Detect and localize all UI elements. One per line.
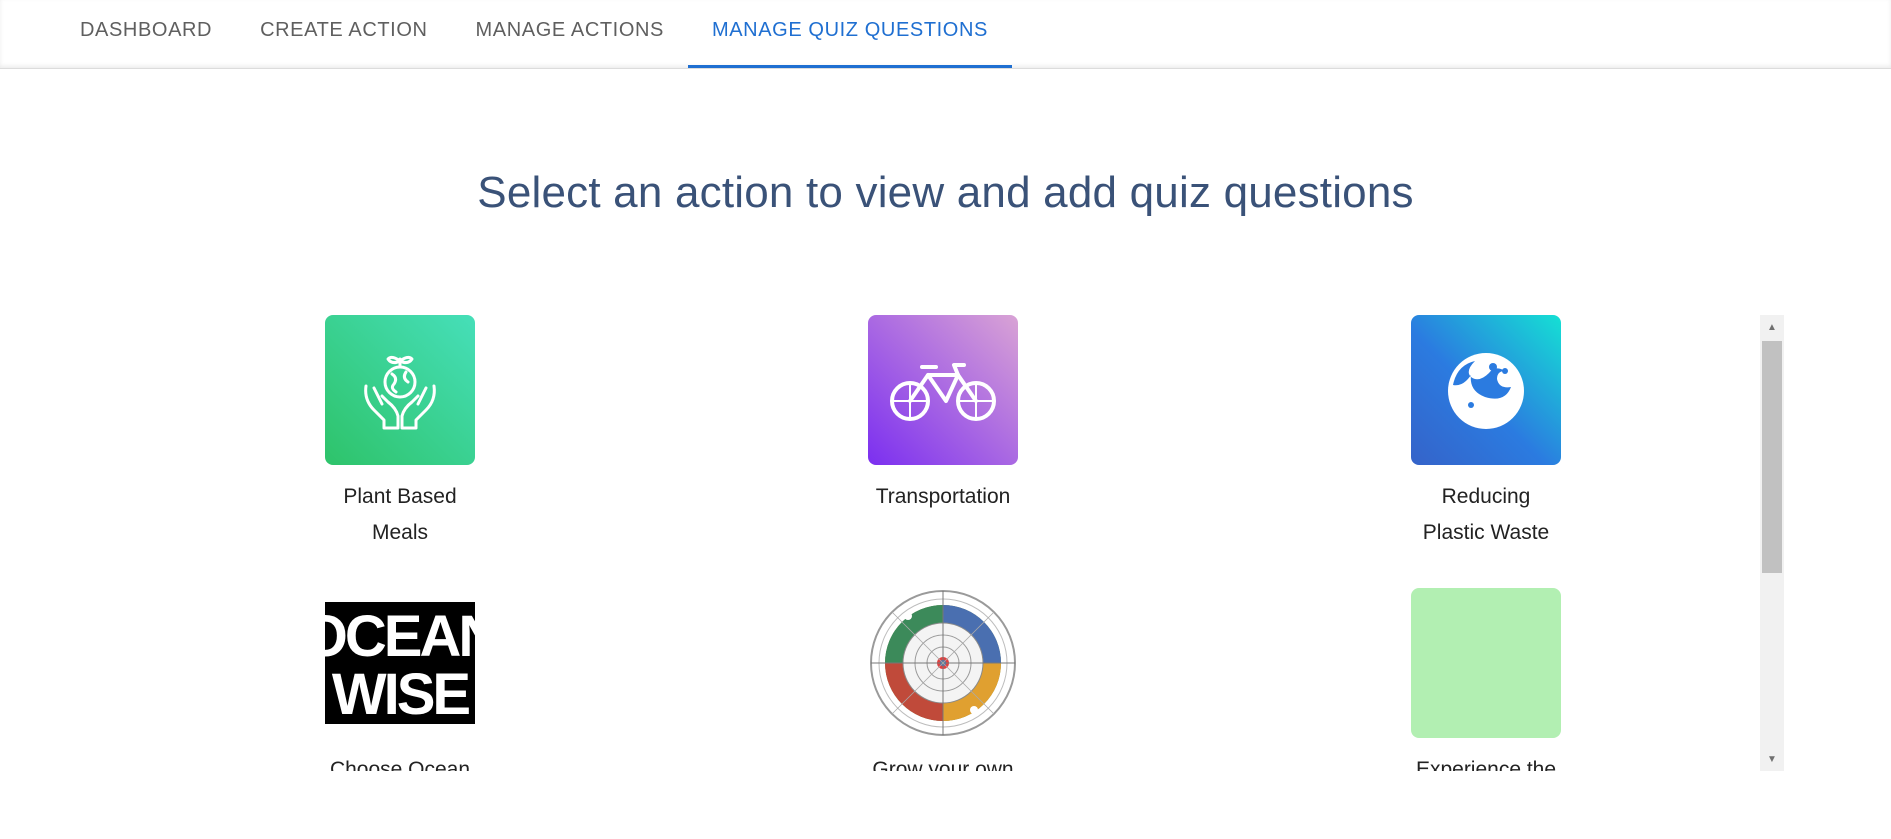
- action-tile: OCEAN WISE: [325, 588, 475, 738]
- ocean-wave-icon: [1448, 353, 1524, 429]
- action-card-transportation[interactable]: Transportation: [819, 315, 1067, 515]
- tab-bar: DASHBOARD CREATE ACTION MANAGE ACTIONS M…: [56, 0, 1012, 68]
- action-tile: [325, 315, 475, 465]
- ocean-wise-logo: OCEAN WISE: [325, 602, 475, 727]
- action-label-line: Transportation: [875, 485, 1011, 508]
- action-label-line: Reducing: [1441, 485, 1531, 508]
- action-label-line: Plant Based: [343, 485, 457, 508]
- action-grid-viewport: Plant Based Meals Transportation Reducin…: [276, 315, 1760, 771]
- page-title: Select an action to view and add quiz qu…: [477, 168, 1414, 217]
- action-label: Plant Based Meals: [325, 479, 475, 551]
- tab-manage-quiz-questions[interactable]: MANAGE QUIZ QUESTIONS: [687, 0, 1012, 68]
- action-label-line: Choose Ocean: [329, 758, 471, 771]
- action-label: Reducing Plastic Waste: [1411, 479, 1561, 551]
- action-card-choose-ocean[interactable]: OCEAN WISE Choose Ocean: [276, 588, 524, 771]
- action-label: Experience the: [1411, 752, 1561, 771]
- action-tile: [868, 588, 1018, 738]
- plain-green-tile: [1411, 588, 1561, 738]
- scroll-down-arrow-icon[interactable]: ▼: [1760, 747, 1784, 771]
- scroll-up-arrow-icon[interactable]: ▲: [1760, 315, 1784, 339]
- action-label-line: Grow your own: [872, 758, 1014, 771]
- vertical-scrollbar[interactable]: ▲ ▼: [1760, 315, 1784, 771]
- tab-create-action[interactable]: CREATE ACTION: [236, 0, 451, 68]
- action-label: Choose Ocean: [325, 752, 475, 771]
- svg-text:WISE: WISE: [332, 662, 470, 727]
- tab-dashboard[interactable]: DASHBOARD: [56, 0, 236, 68]
- action-card-experience-the[interactable]: Experience the: [1362, 588, 1610, 771]
- action-label: Grow your own: [868, 752, 1018, 771]
- svg-text:OCEAN: OCEAN: [325, 604, 475, 669]
- action-card-grow-your-own[interactable]: Grow your own: [819, 588, 1067, 771]
- garden-wheel-icon: [870, 590, 1016, 736]
- action-label: Transportation: [868, 479, 1018, 515]
- action-tile: [868, 315, 1018, 465]
- scrollbar-thumb[interactable]: [1762, 341, 1782, 573]
- action-card-plant-based-meals[interactable]: Plant Based Meals: [276, 315, 524, 551]
- hands-globe-icon: [364, 355, 436, 430]
- action-label-line: Meals: [371, 521, 429, 544]
- action-label-line: Plastic Waste: [1422, 521, 1550, 544]
- top-navigation: DASHBOARD CREATE ACTION MANAGE ACTIONS M…: [0, 0, 1891, 69]
- action-card-reducing-plastic-waste[interactable]: Reducing Plastic Waste: [1362, 315, 1610, 551]
- action-tile: [1411, 315, 1561, 465]
- tab-manage-actions[interactable]: MANAGE ACTIONS: [452, 0, 688, 68]
- action-label-line: Experience the: [1415, 758, 1557, 771]
- bicycle-icon: [890, 363, 996, 421]
